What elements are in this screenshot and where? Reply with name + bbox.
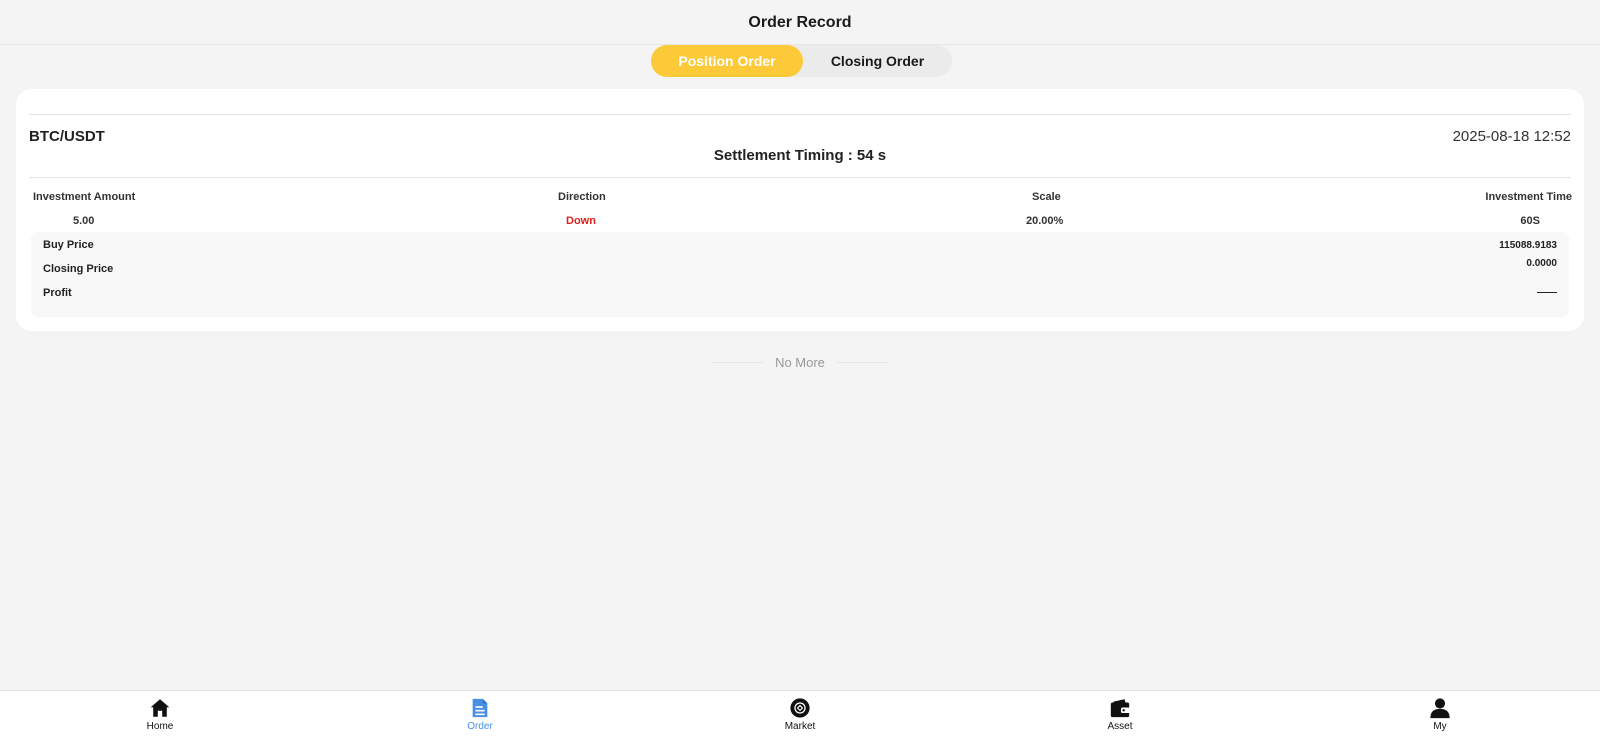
scale-value: 20.00% [1026, 215, 1064, 227]
closing-price-value: 0.0000 [1526, 258, 1557, 269]
nav-my-label: My [1433, 721, 1447, 732]
order-card[interactable]: BTC/USDT 2025-08-18 12:52 Settlement Tim… [16, 89, 1584, 331]
nav-home-label: Home [146, 721, 174, 732]
market-icon [790, 698, 810, 718]
order-icon [472, 698, 488, 718]
wallet-icon [1110, 699, 1131, 718]
card-mid-divider [29, 177, 1571, 178]
profit-label: Profit [43, 287, 72, 299]
user-icon [1430, 698, 1450, 719]
closing-price-label: Closing Price [43, 263, 114, 275]
nav-order-label: Order [467, 721, 493, 732]
tab-position-order[interactable]: Position Order [651, 45, 803, 77]
investment-time-value: 60S [1520, 215, 1540, 227]
direction-header: Direction [558, 191, 606, 203]
nav-market-label: Market [784, 721, 816, 732]
page-header: Order Record [0, 0, 1600, 45]
order-datetime: 2025-08-18 12:52 [1452, 128, 1571, 145]
nav-home[interactable]: Home [100, 697, 220, 732]
investment-time-header: Investment Time [1485, 191, 1572, 203]
scale-header: Scale [1032, 191, 1061, 203]
no-more-text: No More [775, 355, 825, 370]
card-top-divider [29, 114, 1571, 115]
nav-asset-label: Asset [1107, 721, 1133, 732]
bottom-nav: Home Order Market Asset My [0, 690, 1600, 739]
settlement-timing: Settlement Timing : 54 s [713, 147, 887, 164]
nav-market[interactable]: Market [740, 697, 860, 732]
buy-price-value: 115088.9183 [1499, 240, 1557, 251]
investment-amount-value: 5.00 [73, 215, 95, 227]
home-icon [150, 699, 170, 717]
investment-amount-header: Investment Amount [33, 191, 136, 203]
no-more-indicator: No More [0, 355, 1600, 370]
buy-price-label: Buy Price [43, 239, 94, 251]
order-tabs: Position Order Closing Order [651, 45, 952, 77]
tab-closing-order[interactable]: Closing Order [803, 45, 952, 77]
direction-value: Down [566, 215, 596, 227]
nav-asset[interactable]: Asset [1060, 697, 1180, 732]
no-more-right-line [836, 362, 889, 363]
nav-my[interactable]: My [1380, 697, 1500, 732]
no-more-left-line [711, 362, 764, 363]
price-details: Buy Price 115088.9183 Closing Price 0.00… [31, 232, 1569, 317]
nav-order[interactable]: Order [420, 697, 540, 732]
profit-value: —— [1537, 287, 1557, 298]
trading-pair: BTC/USDT [29, 128, 105, 145]
page-title: Order Record [748, 14, 852, 31]
